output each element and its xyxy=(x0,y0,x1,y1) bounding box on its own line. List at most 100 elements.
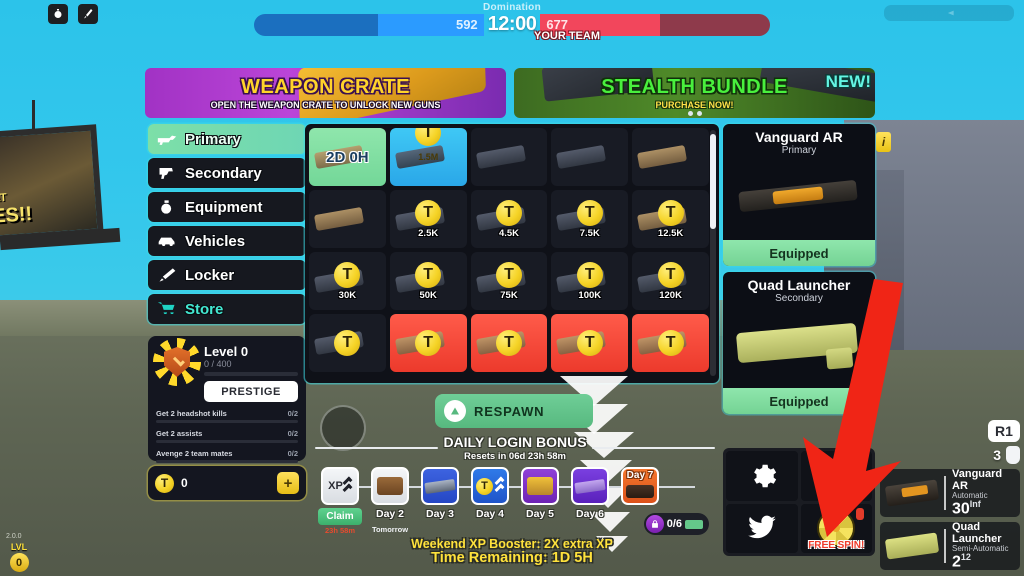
respawn-label: RESPAWN xyxy=(474,403,545,419)
respawn-icon-circle xyxy=(444,400,466,422)
prestige-shield-icon xyxy=(153,338,201,386)
sidebar-item-locker[interactable]: Locker xyxy=(148,260,306,290)
version-label: 2.0.0 xyxy=(6,533,22,540)
grenade-icon xyxy=(156,198,178,216)
add-currency-button[interactable]: + xyxy=(277,472,299,494)
weapon-cell-r4-c5[interactable]: T xyxy=(632,314,709,372)
daily-days-row: XP Claim 23h 58m Day 2 Tomorrow Day 3 T … xyxy=(315,467,715,535)
weapon-price: 30K xyxy=(338,289,357,301)
token-coin-icon: T xyxy=(657,330,684,356)
token-coin-icon: T xyxy=(576,261,603,288)
sidebar-item-label: Vehicles xyxy=(185,232,246,250)
sidebar-item-label: Primary xyxy=(185,130,241,148)
weapon-cell-r1-c3[interactable] xyxy=(470,128,548,186)
lvl-value: 0 xyxy=(9,553,29,572)
challenge-row: Get 2 assists 0/2 xyxy=(156,429,298,443)
triangle-icon xyxy=(451,407,459,415)
daily-day-5[interactable]: Day 5 xyxy=(515,467,565,520)
weapon-price: 7.5K xyxy=(579,227,600,239)
daily-day-1[interactable]: XP Claim 23h 58m xyxy=(315,467,365,535)
sidebar-item-primary[interactable]: Primary xyxy=(148,124,306,154)
weapon-cell-r2-c4[interactable]: T 7.5K xyxy=(551,190,629,248)
category-sidebar: Primary Secondary Equipment Vehicles Loc… xyxy=(148,124,306,328)
weapon-cell-r2-c5[interactable]: T 12.5K xyxy=(632,190,709,248)
banner-title: WEAPON CRATE xyxy=(241,76,410,98)
prestige-button[interactable]: PRESTIGE xyxy=(204,381,298,402)
weapon-cell-r3-c2[interactable]: T 50K xyxy=(389,252,467,310)
challenge-row: Avenge 2 team mates 0/2 xyxy=(156,449,298,463)
weapon-cell-r4-c2[interactable]: T xyxy=(389,314,467,372)
weapon-cell-r2-c2[interactable]: T 2.5K xyxy=(389,190,467,248)
equipped-card-primary[interactable]: Vanguard AR Primary Equipped i xyxy=(723,124,891,266)
rifle-icon xyxy=(156,130,178,148)
weapon-price-block: T 2.5K xyxy=(415,199,442,239)
daily-day-label: Day 3 xyxy=(425,508,455,520)
lock-progress: 0/6 xyxy=(666,518,682,530)
challenge-row: Get 2 headshot kills 0/2 xyxy=(156,409,298,423)
token-coin-icon: T xyxy=(495,261,522,288)
daily-day-4[interactable]: T Day 4 xyxy=(465,467,515,520)
sidebar-item-secondary[interactable]: Secondary xyxy=(148,158,306,188)
challenge-bar xyxy=(156,460,298,463)
daily-day-7[interactable]: Day 7 xyxy=(615,467,665,505)
pistol-icon xyxy=(156,164,178,182)
weapon-cell-r3-c3[interactable]: T 75K xyxy=(470,252,548,310)
banner-stealth-bundle[interactable]: NEW! STEALTH BUNDLE PURCHASE NOW! xyxy=(514,68,875,118)
treasure-icon xyxy=(521,467,559,505)
lock-progress-bar xyxy=(685,519,703,529)
game-mode-label: Domination xyxy=(483,2,541,13)
weapon-cell-r3-c5[interactable]: T 120K xyxy=(632,252,709,310)
sidebar-item-label: Locker xyxy=(185,266,235,284)
level-header: Level 0 0 / 400 PRESTIGE xyxy=(153,338,298,402)
challenge-name: Avenge 2 team mates xyxy=(156,449,233,458)
hud-weapon-name: Quad Launcher xyxy=(952,520,1002,545)
weapon-cell-r1-c2[interactable]: 1.5M T xyxy=(389,128,467,186)
equipped-status-primary: Equipped xyxy=(723,240,875,266)
token-coin-icon: T xyxy=(155,473,174,493)
banner-subtitle: PURCHASE NOW! xyxy=(655,100,734,110)
weapon-grid-panel: 2D 0H 1.5M T T 2.5K T 4.5K T 7.5K T 12.5K T 30K T 50K T… xyxy=(305,124,719,383)
banner-weapon-crate[interactable]: WEAPON CRATE OPEN THE WEAPON CRATE TO UN… xyxy=(145,68,506,118)
daily-day2-note: Tomorrow xyxy=(371,525,409,534)
promo-banners: WEAPON CRATE OPEN THE WEAPON CRATE TO UN… xyxy=(145,68,875,118)
weapon-cell-r2-c1[interactable] xyxy=(309,190,386,248)
weapon-price: 100K xyxy=(578,289,602,301)
claim-button[interactable]: Claim xyxy=(318,508,362,525)
weapon-cell-r1-c4[interactable] xyxy=(551,128,629,186)
weapon-price-block: T xyxy=(495,330,522,356)
billboard-line1: AT xyxy=(0,191,8,205)
weapon-price-block: T 30K xyxy=(334,261,361,301)
daily-day-6[interactable]: Day 6 xyxy=(565,467,615,520)
new-badge: NEW! xyxy=(825,72,871,91)
weapon-cell-r4-c3[interactable]: T xyxy=(470,314,548,372)
grid-scrollbar-thumb[interactable] xyxy=(710,134,716,229)
daily-day-2[interactable]: Day 2 Tomorrow xyxy=(365,467,415,534)
respawn-button[interactable]: RESPAWN xyxy=(435,394,593,428)
token-coin-icon: T xyxy=(415,128,442,146)
weapon-cell-r1-c1[interactable]: 2D 0H xyxy=(309,128,386,186)
weapon-cell-r4-c1[interactable]: T xyxy=(309,314,386,372)
daily-lock-badge[interactable]: 0/6 xyxy=(643,513,709,535)
weapon-cell-r3-c1[interactable]: T 30K xyxy=(309,252,386,310)
sidebar-item-store[interactable]: Store xyxy=(148,294,306,324)
weapon-thumbnail xyxy=(313,206,364,232)
score-row: 592 12:00 677 xyxy=(253,13,771,36)
weapon-price-block: T xyxy=(576,330,603,356)
gun-purple-icon xyxy=(571,467,609,505)
daily-day-3[interactable]: Day 3 xyxy=(415,467,465,520)
weapon-price-block: T 120K xyxy=(657,261,684,301)
token-coin-icon: T xyxy=(334,261,361,288)
banner-pagination-dots[interactable] xyxy=(687,111,702,116)
hud-ammo-current: 30 xyxy=(952,500,970,518)
weapon-cell-r1-c5[interactable] xyxy=(632,128,709,186)
weapon-cell-r2-c3[interactable]: T 4.5K xyxy=(470,190,548,248)
weapon-price: 12.5K xyxy=(657,227,684,239)
weapon-thumbnail xyxy=(475,144,526,170)
sidebar-item-vehicles[interactable]: Vehicles xyxy=(148,226,306,256)
weapon-cell-r3-c4[interactable]: T 100K xyxy=(551,252,629,310)
sidebar-item-equipment[interactable]: Equipment xyxy=(148,192,306,222)
claim-timer: 23h 58m xyxy=(324,526,356,535)
hud-fire-mode: Automatic xyxy=(952,490,988,500)
weapon-cell-r4-c4[interactable]: T xyxy=(551,314,629,372)
weapon-price: 50K xyxy=(419,289,437,301)
